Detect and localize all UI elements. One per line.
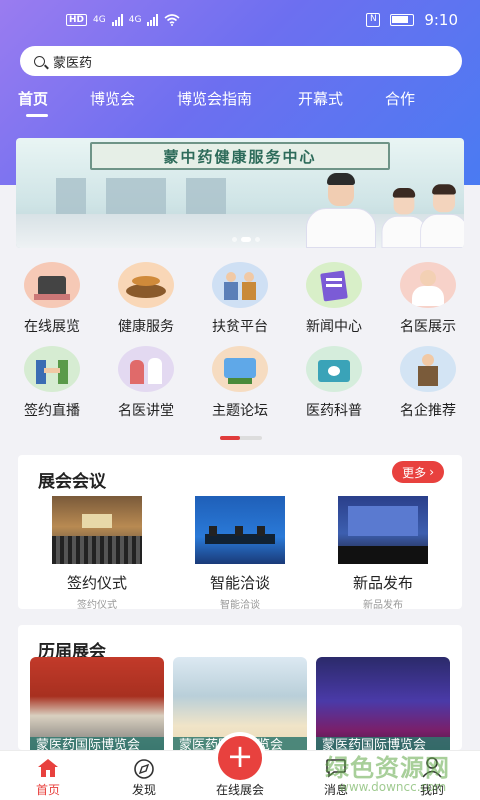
doctor-figure	[306, 173, 376, 248]
past-expo-item[interactable]: 蒙医药国际博览会	[30, 657, 164, 750]
banner-carousel[interactable]: 蒙中药健康服务中心	[16, 138, 464, 248]
category-signing-live[interactable]: 签约直播	[4, 346, 100, 420]
carousel-dot	[232, 237, 237, 242]
lecture-icon	[118, 346, 174, 392]
tab-home[interactable]: 首页	[18, 88, 48, 117]
carousel-dots	[232, 237, 260, 242]
online-expo-label: 在线展会	[215, 783, 264, 797]
grid-page-indicator	[220, 436, 262, 440]
signal2-label: 4G	[128, 15, 142, 25]
carousel-dot	[255, 237, 260, 242]
wifi-icon	[164, 14, 180, 26]
category-famous-doctors[interactable]: 名医展示	[380, 262, 476, 336]
nav-home[interactable]: 首页	[13, 751, 83, 800]
past-expo-item[interactable]: 蒙医药国际博览会	[316, 657, 450, 750]
status-bar: HD 4G 4G N 9:10	[0, 0, 480, 40]
nfc-icon: N	[366, 13, 381, 27]
forum-icon	[212, 346, 268, 392]
product-launch-photo	[338, 496, 428, 564]
nurse-figure	[420, 184, 464, 248]
plus-icon: +	[226, 737, 254, 775]
online-expo-add-button[interactable]: +	[218, 736, 262, 780]
doctor-icon	[400, 262, 456, 308]
tab-cooperation[interactable]: 合作	[385, 88, 415, 109]
past-expos-card: 历届展会 蒙医药国际博览会 蒙医药国际博览会 蒙医药国际博览会	[18, 625, 462, 750]
banner-title-plate: 蒙中药健康服务中心	[90, 142, 390, 170]
news-icon	[306, 262, 362, 308]
tab-opening-ceremony[interactable]: 开幕式	[298, 88, 343, 109]
active-tab-indicator	[26, 114, 48, 117]
enterprise-icon	[400, 346, 456, 392]
category-news-center[interactable]: 新闻中心	[286, 262, 382, 336]
chevron-right-icon: ›	[429, 465, 434, 479]
expo-meetings-card: 展会会议 更多 › 签约仪式 签约仪式 智能洽谈 智能洽谈 新品发布 新品发布	[18, 455, 462, 611]
home-icon	[38, 759, 58, 777]
carousel-dot-active	[241, 237, 251, 242]
top-tabs: 首页 博览会 博览会指南 开幕式 合作	[0, 88, 480, 122]
category-online-exhibition[interactable]: 在线展览	[4, 262, 100, 336]
category-medical-science[interactable]: 医药科普	[286, 346, 382, 420]
nav-discover[interactable]: 发现	[109, 751, 179, 800]
herbal-medicine-icon	[118, 262, 174, 308]
signal-group: HD 4G 4G	[66, 14, 180, 26]
banner-title: 蒙中药健康服务中心	[163, 147, 317, 166]
search-input[interactable]	[53, 53, 433, 69]
smart-talks-photo	[195, 496, 285, 564]
expo-item-signing[interactable]: 签约仪式 签约仪式	[52, 496, 142, 611]
watermark-text: 绿色资源网	[325, 754, 450, 782]
discover-icon	[134, 759, 154, 779]
signing-ceremony-photo	[52, 496, 142, 564]
search-icon	[34, 55, 45, 67]
section-title: 展会会议	[38, 472, 106, 492]
clock: 9:10	[424, 11, 458, 29]
expo-item-smart-talks[interactable]: 智能洽谈 智能洽谈	[195, 496, 285, 611]
network-type-label: HD	[66, 14, 88, 26]
signal-strength-icon	[147, 14, 159, 26]
tab-expo[interactable]: 博览会	[90, 88, 135, 109]
tab-expo-guide[interactable]: 博览会指南	[177, 88, 252, 109]
category-enterprise-recommend[interactable]: 名企推荐	[380, 346, 476, 420]
expo-item-product-launch[interactable]: 新品发布 新品发布	[338, 496, 428, 611]
signal-strength-icon	[111, 14, 123, 26]
science-icon	[306, 346, 362, 392]
category-theme-forum[interactable]: 主题论坛	[192, 346, 288, 420]
signal1-label: 4G	[93, 15, 106, 25]
farmers-icon	[212, 262, 268, 308]
category-poverty-platform[interactable]: 扶贫平台	[192, 262, 288, 336]
watermark-url: www.downcc.com	[339, 780, 447, 794]
handshake-icon	[24, 346, 80, 392]
category-doctor-lecture[interactable]: 名医讲堂	[98, 346, 194, 420]
watermark: 绿色资源网 www.downcc.com	[305, 748, 475, 798]
exhibition-hall-icon	[24, 262, 80, 308]
more-button[interactable]: 更多 ›	[392, 461, 444, 483]
search-bar[interactable]	[20, 46, 462, 76]
category-health-service[interactable]: 健康服务	[98, 262, 194, 336]
battery-icon	[390, 14, 415, 26]
